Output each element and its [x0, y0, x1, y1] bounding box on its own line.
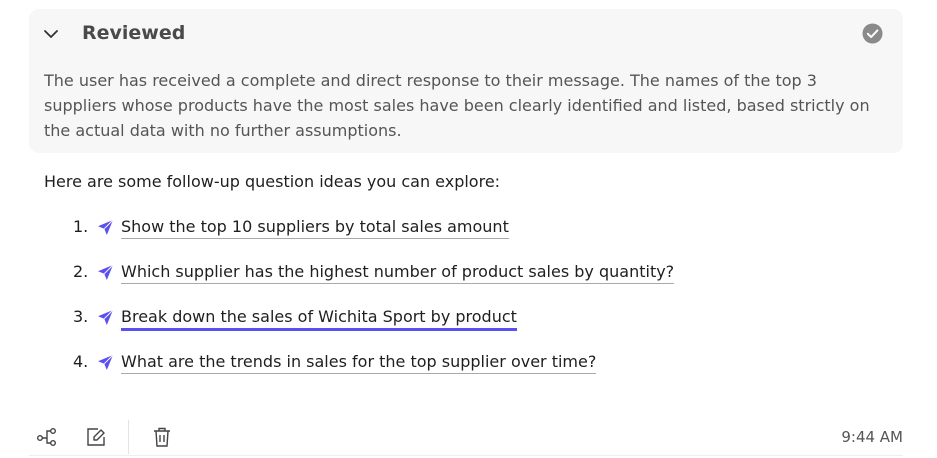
send-icon — [97, 219, 114, 236]
send-icon — [97, 264, 114, 281]
lineage-icon[interactable] — [34, 424, 60, 450]
review-title: Reviewed — [82, 22, 186, 44]
followup-intro: Here are some follow-up question ideas y… — [44, 172, 501, 191]
followup-number: 1. — [73, 217, 89, 236]
followup-number: 3. — [73, 307, 89, 326]
message-timestamp: 9:44 AM — [841, 428, 903, 446]
divider-line — [29, 455, 903, 456]
review-summary: The user has received a complete and dir… — [44, 71, 870, 140]
review-header[interactable]: Reviewed — [29, 9, 903, 57]
toolbar-divider — [128, 420, 129, 454]
send-icon — [97, 354, 114, 371]
followup-number: 4. — [73, 352, 89, 371]
chevron-down-icon[interactable] — [42, 25, 60, 43]
followup-link[interactable]: Show the top 10 suppliers by total sales… — [121, 216, 509, 239]
followup-link[interactable]: Break down the sales of Wichita Sport by… — [121, 306, 517, 331]
chat-message: Reviewed The user has received a complet… — [0, 0, 937, 458]
trash-icon[interactable] — [149, 424, 175, 450]
edit-link-icon[interactable] — [83, 424, 109, 450]
check-circle-icon — [862, 23, 883, 44]
message-toolbar: 9:44 AM — [29, 420, 903, 454]
followup-link[interactable]: What are the trends in sales for the top… — [121, 351, 597, 374]
followup-number: 2. — [73, 262, 89, 281]
send-icon — [97, 309, 114, 326]
review-panel: Reviewed The user has received a complet… — [29, 9, 903, 153]
followup-link[interactable]: Which supplier has the highest number of… — [121, 261, 675, 284]
